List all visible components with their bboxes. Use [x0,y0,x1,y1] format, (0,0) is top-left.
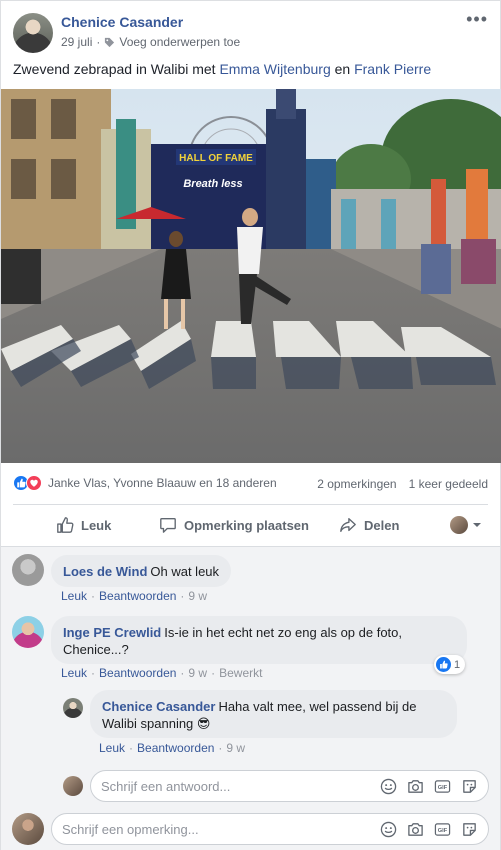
reply-input[interactable]: Schrijf een antwoord... GIF [90,770,489,802]
reply-author-name[interactable]: Chenice Casander [102,699,215,714]
comment-button[interactable]: Opmerking plaatsen [159,516,309,534]
tag-icon [105,37,115,47]
post-card: Chenice Casander 29 juli · Voeg onderwer… [0,0,501,850]
share-count[interactable]: 1 keer gedeeld [409,477,488,491]
share-icon [340,518,356,532]
divider [13,504,488,505]
tagged-person-link[interactable]: Emma Wijtenburg [219,61,330,77]
comment-bubble: Loes de Wind Oh wat leuk [51,555,232,587]
reply-reply-link[interactable]: Beantwoorden [137,741,214,755]
edited-label[interactable]: Bewerkt [219,666,262,680]
comments-section: Loes de Wind Oh wat leuk Leuk · Beantwoorde… [1,546,500,850]
comment-actions: Leuk · Beantwoorden · 9 w · Bewerkt [61,666,263,680]
like-reaction-icon [436,657,451,672]
commenter-avatar[interactable] [12,616,44,648]
post-caption: Zwevend zebrapad in Walibi met Emma Wijt… [13,61,431,77]
gif-icon-label: GIF [438,827,448,833]
reply-avatar[interactable] [63,698,83,718]
comment-input[interactable]: Schrijf een opmerking... GIF [51,813,489,845]
reply-input-tools: GIF [380,778,488,795]
chevron-down-icon [473,523,481,527]
reply-time[interactable]: 9 w [226,741,245,755]
gif-icon[interactable]: GIF [434,821,451,838]
separator-dot: · [96,35,101,49]
tagged-person-link[interactable]: Frank Pierre [354,61,431,77]
comment-text-line-1: Is-ie in het echt net zo eng als op de f… [164,625,403,640]
gif-icon[interactable]: GIF [434,778,451,795]
camera-icon[interactable] [407,821,424,838]
comment-like-count[interactable]: 1 [434,655,466,674]
caption-text: Zwevend zebrapad in Walibi met [13,61,220,77]
comment-reply-link[interactable]: Beantwoorden [99,589,176,603]
gif-icon-label: GIF [438,784,448,790]
photo-logo-text: Breath less [183,178,242,190]
comment-count[interactable]: 2 opmerkingen [317,477,396,491]
comment-input-placeholder: Schrijf een opmerking... [62,821,199,837]
post-action-bar: Leuk Opmerking plaatsen Delen [1,508,501,542]
more-options-icon[interactable]: ••• [466,9,488,30]
commenter-name[interactable]: Inge PE Crewlid [63,625,161,640]
comment-like-link[interactable]: Leuk [61,666,87,680]
love-reaction-icon [26,475,42,491]
like-count-number: 1 [454,658,461,671]
commenter-avatar[interactable] [12,554,44,586]
photo-sign-text: HALL OF FAME [179,153,253,164]
reply-text-line-1: Haha valt mee, wel passend bij de [218,699,417,714]
comment-like-link[interactable]: Leuk [61,589,87,603]
reactions-summary[interactable]: Janke Vlas, Yvonne Blaauw en 18 anderen [13,475,277,491]
comment-time[interactable]: 9 w [188,666,207,680]
viewer-avatar [63,776,83,796]
thumbs-up-icon [57,517,74,533]
reply-input-placeholder: Schrijf een antwoord... [101,778,231,794]
post-meta: 29 juli · Voeg onderwerpen toe [61,35,240,49]
post-photo[interactable]: HALL OF FAME Breath less [1,89,501,463]
sticker-icon[interactable] [461,778,478,795]
comment-bubble: Inge PE Crewlid Is-ie in het echt net zo … [51,616,467,664]
like-button[interactable]: Leuk [56,516,111,534]
comment-input-tools: GIF [380,821,488,838]
comment-icon [160,518,176,533]
like-label: Leuk [81,517,112,533]
viewer-avatar [450,516,468,534]
comment-text-line-2: Chenice...? [63,642,129,657]
camera-icon[interactable] [407,778,424,795]
share-label: Delen [364,517,400,533]
comment-label: Opmerking plaatsen [184,517,309,533]
comment-text: Oh wat leuk [150,564,220,579]
reply-actions: Leuk · Beantwoorden · 9 w [99,741,246,755]
commenter-name[interactable]: Loes de Wind [63,564,147,579]
author-avatar[interactable] [13,13,53,53]
caption-and: en [330,61,355,77]
emoji-icon[interactable] [380,821,397,838]
viewer-avatar [12,813,44,845]
post-date[interactable]: 29 juli [61,35,92,49]
reply-text-line-2: Walibi spanning 😎 [102,716,211,731]
reply-bubble: Chenice Casander Haha valt mee, wel passe… [90,690,457,738]
share-button[interactable]: Delen [339,516,399,534]
add-topics-link[interactable]: Voeg onderwerpen toe [119,35,240,49]
emoji-icon[interactable] [380,778,397,795]
comment-actions: Leuk · Beantwoorden · 9 w [61,589,208,603]
post-as-selector[interactable] [450,516,482,534]
post-author[interactable]: Chenice Casander [61,14,183,30]
comment-time[interactable]: 9 w [188,589,207,603]
comment-reply-link[interactable]: Beantwoorden [99,666,176,680]
post-counts: 2 opmerkingen 1 keer gedeeld [317,477,488,491]
sticker-icon[interactable] [461,821,478,838]
reply-like-link[interactable]: Leuk [99,741,125,755]
reaction-names[interactable]: Janke Vlas, Yvonne Blaauw en 18 anderen [48,476,277,490]
